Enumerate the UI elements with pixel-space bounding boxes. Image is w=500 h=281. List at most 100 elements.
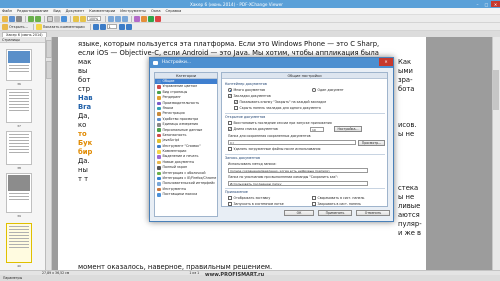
highlight-icon[interactable] [141,15,147,22]
page-thumbnail[interactable] [6,49,32,81]
checkbox-hide-tab-bar[interactable]: Скрыть панель закладок для одного докуме… [234,106,321,110]
page-thumbnail[interactable] [6,173,32,213]
page-text-fragment: ыми [398,67,413,75]
menu-file[interactable]: Файл [2,9,12,13]
pages-panel-title: Страницы [0,37,45,43]
title-bar: Хакер 6 (июнь 2014) - PDF-XChange Viewer… [0,0,500,8]
category-icon [157,166,161,170]
save-icon[interactable] [9,15,15,22]
page-text-fragment: ливые [398,202,421,210]
last-page-icon[interactable] [125,23,132,30]
checkbox-close-tray[interactable]: Закрывать в сист. панель [312,202,361,206]
open-icon[interactable] [2,15,8,22]
settings-panel: Общие настройки Контейнер документов Мно… [221,72,388,207]
category-icon [157,96,161,100]
zoom-field[interactable]: 100% [87,16,101,21]
checkbox-restore-session[interactable]: Восстановить последние сессии при запуск… [228,121,332,125]
page-thumbnail[interactable] [6,89,32,123]
divider [225,154,385,155]
menu-tools[interactable]: Инструменты [120,9,146,13]
menu-comments[interactable]: Комментарии [89,9,115,13]
category-icon [157,128,161,132]
page-text-line: Бук [78,139,93,147]
prev-page-icon[interactable] [99,23,106,30]
next-page-icon[interactable] [118,23,125,30]
check-icon: ✓ [228,127,232,132]
checkbox-start-in-tray[interactable]: Запускать в системном лотке [228,202,284,206]
check-icon [312,196,316,200]
page-thumbnail[interactable] [6,131,32,165]
check-icon [228,202,232,206]
print-icon[interactable] [16,15,22,22]
ok-button[interactable]: ОК [284,210,314,216]
apply-button[interactable]: Применить [318,210,352,216]
first-page-icon[interactable] [92,23,99,30]
category-icon [157,187,161,192]
comment-icon[interactable] [134,15,140,22]
watermark-text: www.PROFISMART.ru [205,272,265,278]
browse-button[interactable]: Просмотр... [358,139,385,146]
recent-count-field[interactable]: 10 [310,126,324,132]
checkbox-delete-downloads[interactable]: Удалять загруженные файлы после использо… [228,147,320,151]
typewriter-icon[interactable] [148,15,154,22]
save-method-select[interactable]: полное сохранение(медленно, когда есть ц… [228,168,368,173]
menu-help[interactable]: Справка [166,9,182,13]
checkbox-minimize-tray[interactable]: Сворачивать в сист. панель [312,196,364,200]
category-icon [157,85,161,89]
open-label[interactable]: Открыть... [9,25,28,29]
page-number-field[interactable]: 1 [106,24,117,29]
open-docs-heading: Открытие документов [225,115,266,119]
options-button[interactable]: Параметры [3,276,22,280]
category-icon [157,101,161,105]
page-text-line: мак [78,58,92,66]
forward-icon[interactable] [35,15,41,22]
page-text-line: бот [78,76,91,84]
open-file-icon[interactable] [2,23,8,30]
actual-size-icon[interactable] [122,15,128,22]
snapshot-icon[interactable] [61,15,67,22]
page-text-line: Да, [78,112,90,120]
minimize-button[interactable]: – [473,1,482,7]
hand-tool-icon[interactable] [47,15,53,22]
menu-bar: Файл Редактирование Вид Документ Коммент… [0,8,500,15]
category-item[interactable]: Поставщики поиска [155,192,217,197]
fit-width-icon[interactable] [115,15,121,22]
radio-icon [312,88,316,92]
comments-toggle-icon[interactable] [35,23,42,30]
menu-view[interactable]: Вид [53,9,60,13]
radio-multi-doc[interactable]: Много документов [228,88,265,92]
window-title: Хакер 6 (июнь 2014) - PDF-XChange Viewer [189,1,284,7]
cancel-button[interactable]: Отменить [356,210,390,216]
menu-windows[interactable]: Окна [151,9,161,13]
page-text-line: Да. [78,157,90,165]
zoom-in-icon[interactable] [73,15,79,22]
checkbox-recent-length[interactable]: ✓ Длина списка документов [228,127,278,131]
check-icon [312,202,316,206]
page-thumbnail-selected[interactable] [6,223,32,263]
folder-field[interactable]: C:\ [228,140,356,145]
radio-single-doc[interactable]: Один документ [312,88,344,92]
scrollbar-thumb[interactable] [493,70,499,110]
page-text-fragment: ы не [398,193,415,201]
back-icon[interactable] [28,15,34,22]
checkbox-close-button-tabs[interactable]: ✓ Показывать кнопку "Закрыть" на каждой з… [234,100,326,104]
close-button[interactable]: ✕ [491,1,500,7]
menu-document[interactable]: Документ [66,9,85,13]
maximize-button[interactable]: □ [482,1,491,7]
page-text-line: вы [78,67,88,75]
toolbar-secondary: Открыть... Показать комментарии 1 [0,23,500,31]
dialog-close-button[interactable]: ✕ [379,58,393,66]
fit-page-icon[interactable] [108,15,114,22]
configure-button[interactable]: Настройка... [334,126,362,132]
checkbox-splash[interactable]: Отображать заставку [228,196,270,200]
dialog-title: Настройки... [162,60,191,65]
menu-edit[interactable]: Редактирование [17,9,48,13]
select-text-icon[interactable] [54,15,60,22]
zoom-out-icon[interactable] [80,15,86,22]
stamp-icon[interactable] [155,15,161,22]
categories-list: Общие Управление цветом Вид страницы Рендер… [155,79,217,198]
checkbox-doc-tabs[interactable]: ✓ Закладки документов [228,94,271,98]
show-comments-label[interactable]: Показать комментарии [43,25,85,29]
thumbnail-number: 36 [17,82,21,86]
save-as-folder-select[interactable]: Использовать последнюю папку [228,181,368,186]
